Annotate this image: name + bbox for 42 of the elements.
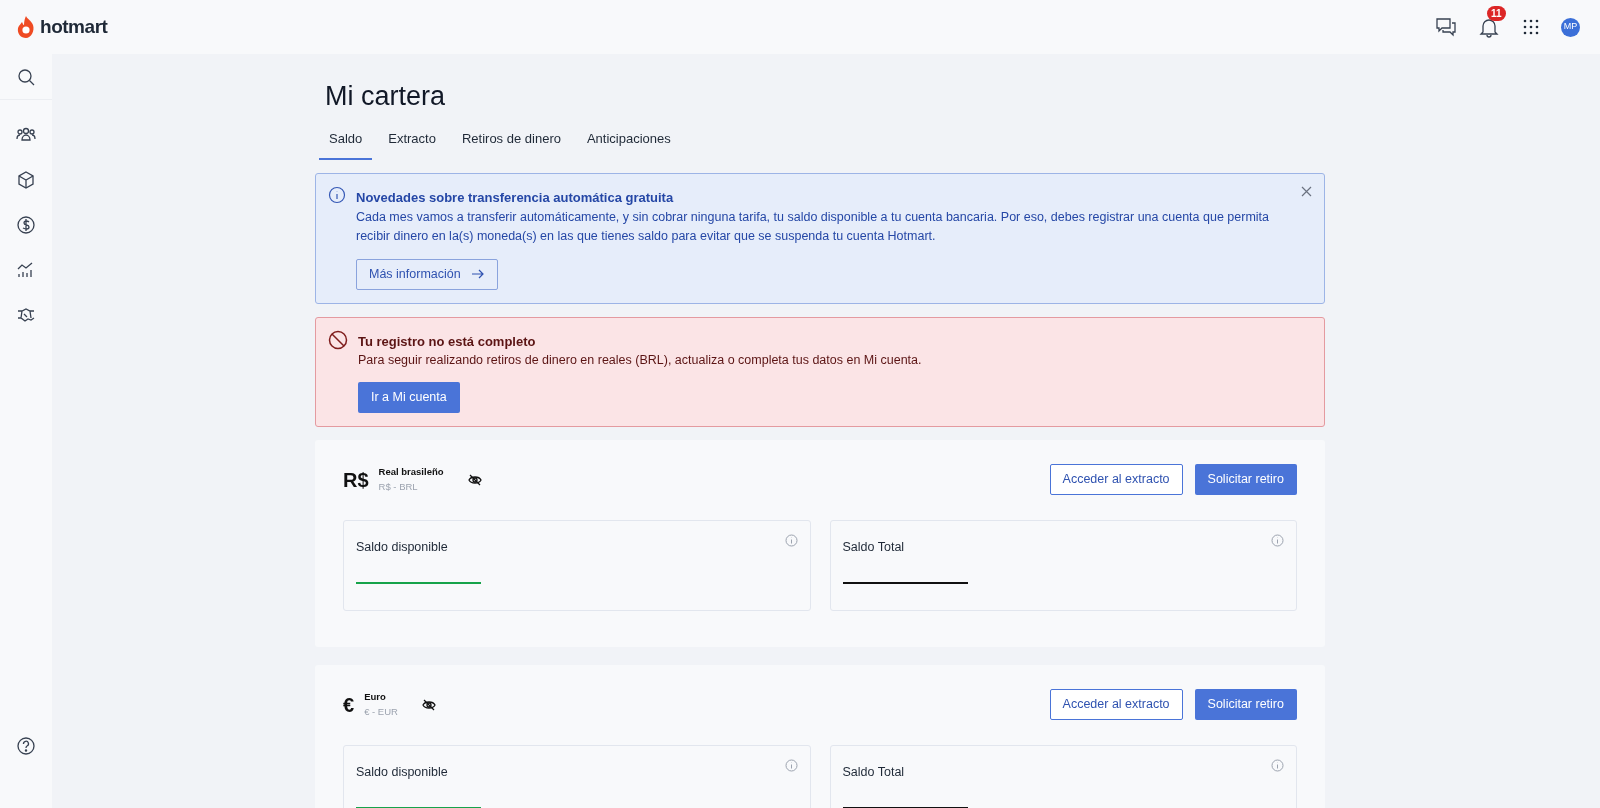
bell-icon[interactable] bbox=[1479, 16, 1499, 38]
balance-label: Saldo disponible bbox=[356, 539, 448, 556]
currency-name: Euro bbox=[364, 690, 387, 705]
statement-button[interactable]: Acceder al extracto bbox=[1049, 689, 1183, 720]
alert-title: Tu registro no está completo bbox=[358, 332, 536, 351]
help-icon[interactable] bbox=[16, 736, 36, 756]
user-avatar[interactable]: MP bbox=[1561, 17, 1580, 37]
close-icon[interactable] bbox=[1301, 186, 1312, 197]
currency-code: R$ - BRL bbox=[378, 479, 419, 494]
currency-code: € - EUR bbox=[364, 704, 398, 719]
hidden-eye-icon[interactable] bbox=[467, 473, 482, 486]
cube-icon[interactable] bbox=[16, 169, 36, 190]
alert-message: Para seguir realizando retiros de dinero en reales (BRL), actualiza o completa tus datos en Mi cuenta. bbox=[358, 352, 923, 369]
balance-label: Saldo Total bbox=[842, 764, 905, 781]
currency-name: Real brasileño bbox=[378, 465, 444, 480]
tab[interactable]: Saldo bbox=[319, 128, 373, 160]
currency-symbol: € bbox=[343, 692, 355, 718]
balance-label: Saldo Total bbox=[842, 539, 905, 556]
apps-grid-icon[interactable] bbox=[1523, 19, 1539, 35]
tab[interactable]: Anticipaciones bbox=[576, 128, 681, 160]
statement-button[interactable]: Acceder al extracto bbox=[1049, 464, 1183, 495]
withdraw-button[interactable]: Solicitar retiro bbox=[1194, 689, 1297, 720]
search-icon[interactable] bbox=[16, 66, 36, 87]
alert-title: Novedades sobre transferencia automática gratuita bbox=[356, 189, 674, 207]
chat-icon[interactable] bbox=[1435, 17, 1457, 37]
dollar-coin-icon[interactable] bbox=[16, 214, 36, 235]
account-button[interactable]: Ir a Mi cuenta bbox=[358, 382, 460, 413]
alert-message: Cada mes vamos a transferir automáticamente, y sin cobrar ninguna tarifa, tu saldo disponible a tu cuenta bancaria. Por eso, debes registrar una cuenta que permita recibir dinero en la(s) moneda(s) en las que tienes saldo para evitar que se suspenda tu cuenta Hotmart. bbox=[356, 208, 1270, 245]
currency-symbol: R$ bbox=[343, 467, 369, 493]
logo-text: hotmart bbox=[40, 14, 108, 39]
flame-logo-icon bbox=[16, 15, 36, 39]
tab[interactable]: Extracto bbox=[378, 128, 446, 160]
page-title: Mi cartera bbox=[324, 80, 447, 113]
withdraw-button[interactable]: Solicitar retiro bbox=[1194, 464, 1297, 495]
info-icon bbox=[328, 186, 346, 204]
right-arrow-icon bbox=[470, 269, 485, 279]
prohibited-icon bbox=[328, 329, 348, 350]
notification-badge: 11 bbox=[1487, 6, 1506, 21]
tab[interactable]: Retiros de dinero bbox=[451, 128, 571, 160]
balance-label: Saldo disponible bbox=[356, 764, 448, 781]
more-info-button[interactable]: Más información bbox=[356, 258, 498, 290]
hidden-eye-icon[interactable] bbox=[421, 698, 436, 711]
